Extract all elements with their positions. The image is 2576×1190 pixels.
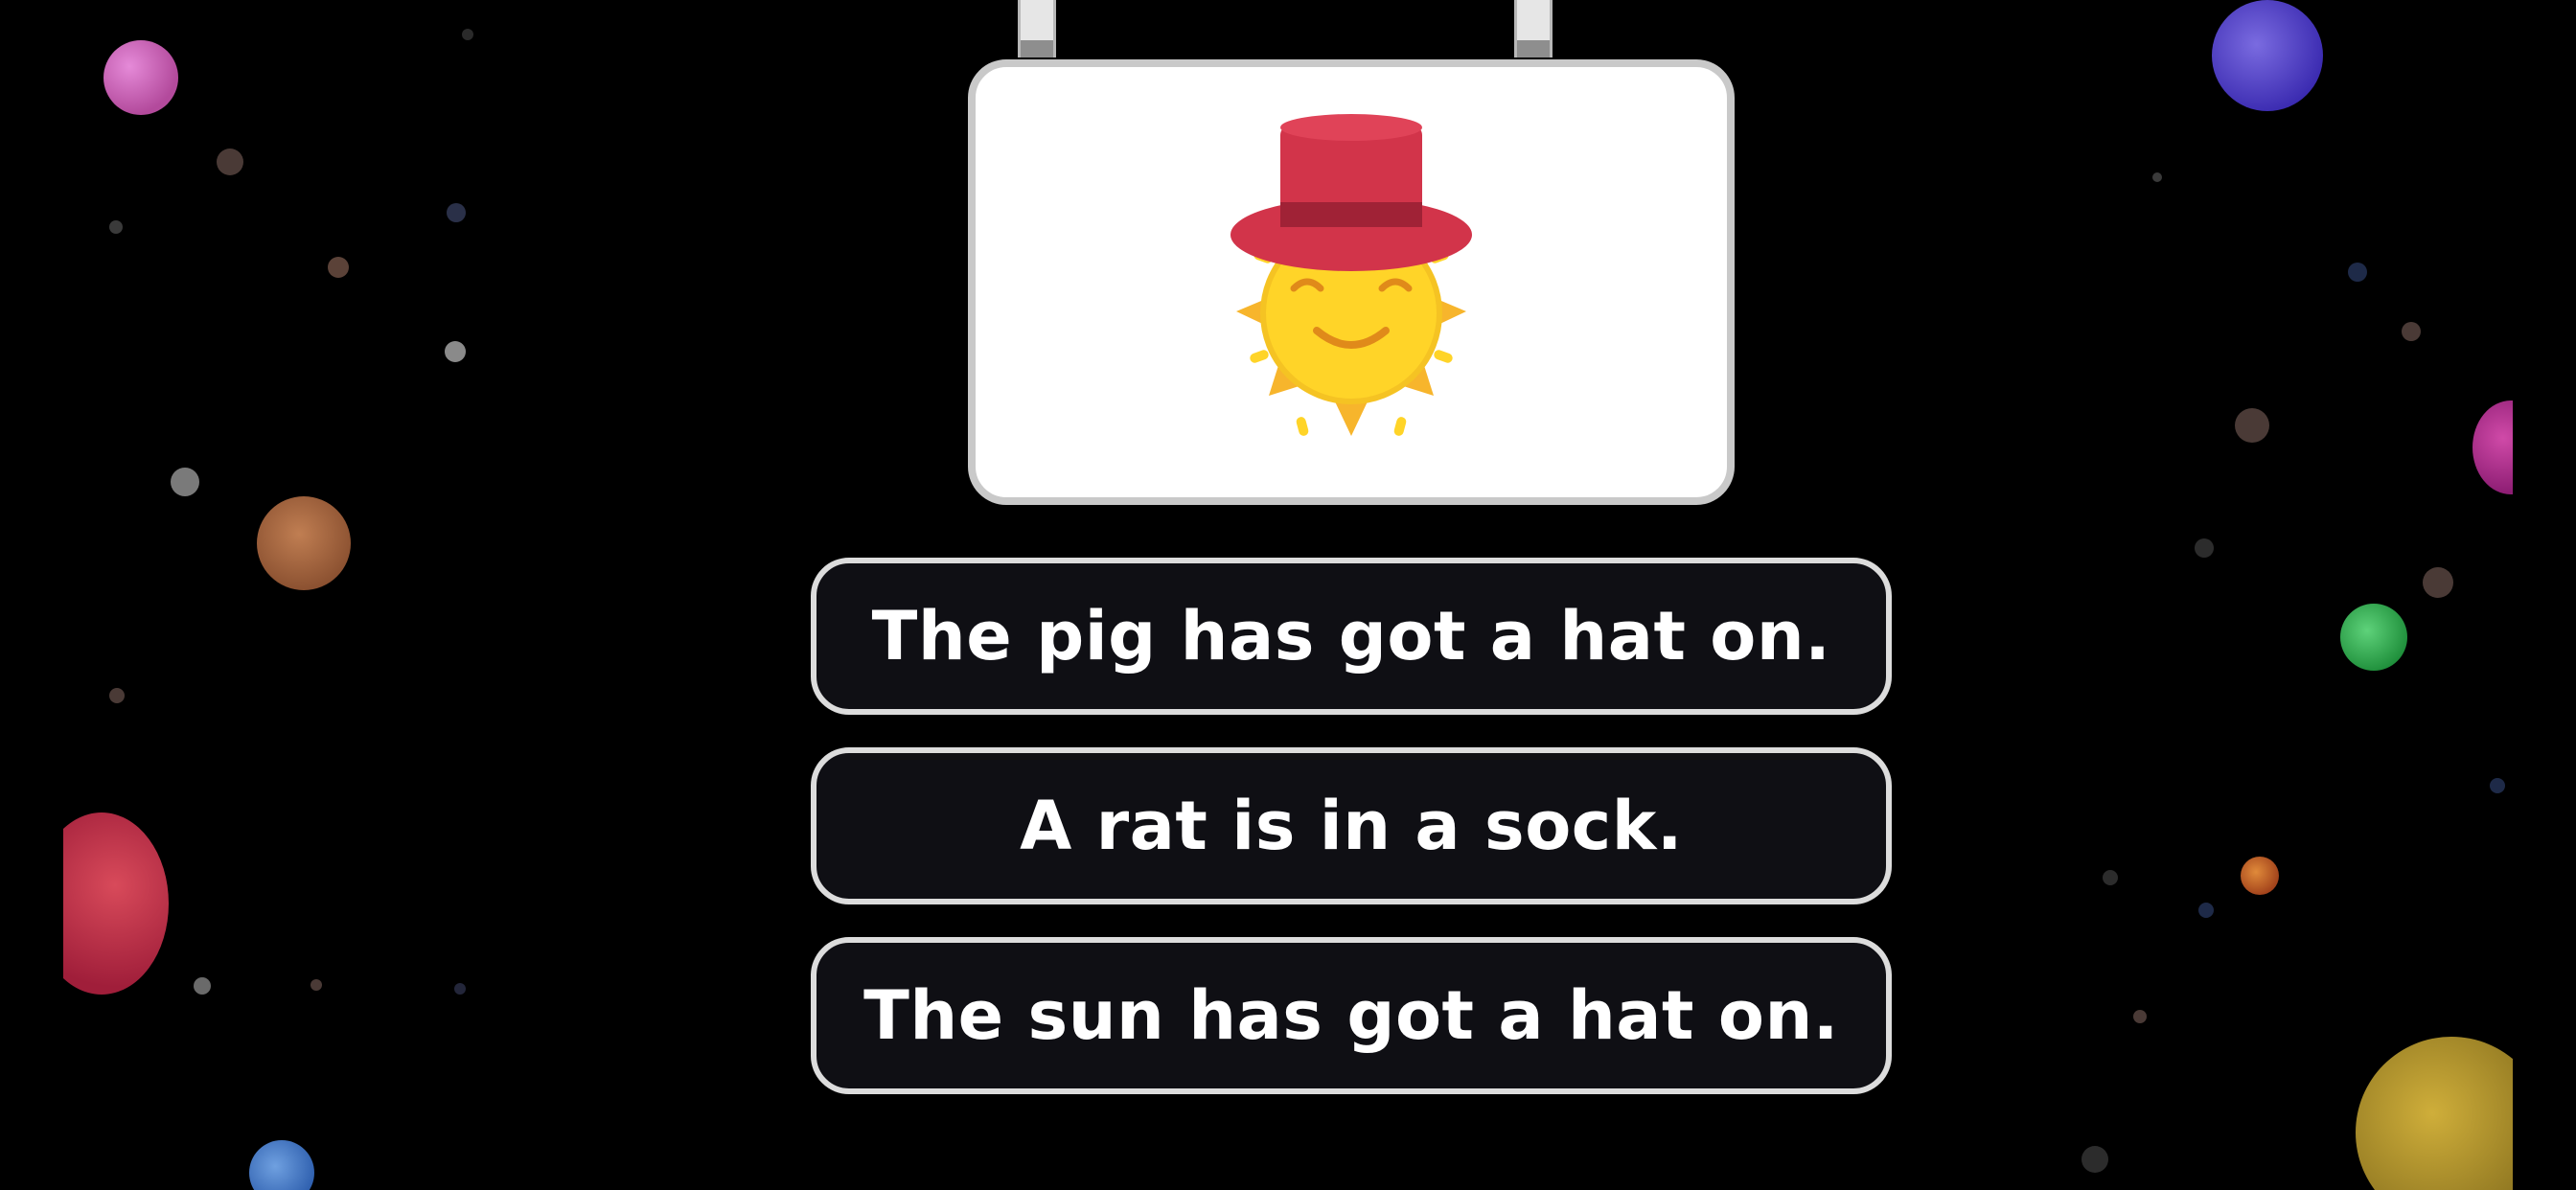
star — [194, 977, 211, 995]
prompt-picture-card — [968, 59, 1735, 505]
star — [109, 220, 123, 234]
planet-yellow — [2356, 1037, 2513, 1190]
card-hanger-left — [1018, 0, 1056, 57]
answer-option-2-label: A rat is in a sock. — [1020, 787, 1683, 865]
answer-option-3[interactable]: The sun has got a hat on. — [811, 937, 1892, 1094]
star — [2133, 1010, 2147, 1023]
star — [445, 341, 466, 362]
star — [2152, 172, 2162, 182]
star — [109, 688, 125, 703]
hat-band — [1280, 201, 1422, 227]
planet-red — [63, 812, 169, 995]
star — [2235, 408, 2269, 443]
planet-magenta — [2472, 400, 2513, 494]
star — [328, 257, 349, 278]
star — [2348, 263, 2367, 282]
answer-option-1[interactable]: The pig has got a hat on. — [811, 558, 1892, 715]
star — [217, 149, 243, 175]
star — [2198, 903, 2214, 918]
space-background: The pig has got a hat on. A rat is in a … — [0, 0, 2576, 1190]
star — [2490, 778, 2505, 793]
star — [462, 29, 473, 40]
star — [2423, 567, 2453, 598]
star — [171, 468, 199, 496]
planet-blue-small — [249, 1140, 314, 1190]
planet-pink — [104, 40, 178, 115]
star — [310, 979, 322, 991]
answer-option-3-label: The sun has got a hat on. — [863, 976, 1839, 1055]
planet-purple — [2212, 0, 2323, 111]
card-hanger-right — [1514, 0, 1552, 57]
star — [2103, 870, 2118, 885]
planet-green — [2340, 604, 2407, 671]
answer-option-2[interactable]: A rat is in a sock. — [811, 747, 1892, 904]
star — [454, 983, 466, 995]
planet-brown — [257, 496, 351, 590]
playfield: The pig has got a hat on. A rat is in a … — [63, 0, 2513, 1190]
star — [2195, 538, 2214, 558]
planet-orange-small — [2241, 857, 2279, 895]
star — [447, 203, 466, 222]
star — [2402, 322, 2421, 341]
star — [2082, 1146, 2108, 1173]
sun-with-top-hat-icon — [1230, 113, 1472, 436]
answer-option-1-label: The pig has got a hat on. — [871, 597, 1831, 675]
